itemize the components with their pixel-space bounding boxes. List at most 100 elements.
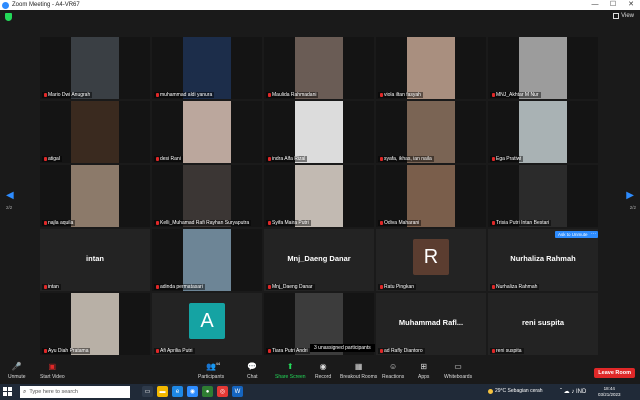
participant-video: [264, 101, 374, 163]
participant-name: desi Rani: [160, 156, 181, 162]
participant-tile[interactable]: Mnj_Daeng Danar Mnj_Daeng Danar: [264, 229, 374, 291]
unmute-button[interactable]: 🎤 Unmute: [8, 362, 26, 380]
participant-video: [40, 293, 150, 355]
security-shield-icon[interactable]: [5, 13, 12, 21]
participants-count: 44: [215, 361, 221, 366]
participant-tile[interactable]: Ega Pratiwi: [488, 101, 598, 163]
chrome-icon[interactable]: ◎: [217, 386, 228, 397]
participant-name: Syifa Maira Putri: [272, 220, 309, 226]
word-icon[interactable]: W: [232, 386, 243, 397]
apps-button[interactable]: ⊞ Apps: [418, 362, 429, 380]
previous-page-arrow-icon[interactable]: ◀: [6, 190, 14, 201]
participant-tile[interactable]: MNJ_Akhtar M Nur: [488, 37, 598, 99]
participant-name-label: Odiva Maharani: [378, 220, 422, 226]
participant-tile[interactable]: R Ratu Pingkan: [376, 229, 486, 291]
zoom-logo-icon: [2, 1, 9, 9]
breakout-rooms-button[interactable]: ▦ Breakout Rooms: [340, 362, 377, 380]
file-explorer-icon[interactable]: ▬: [157, 386, 168, 397]
participant-tile[interactable]: A Afi Aprilia Putri: [152, 293, 262, 355]
participant-tile[interactable]: Maulida Rahmadani: [264, 37, 374, 99]
participant-video: [376, 101, 486, 163]
minimize-button[interactable]: —: [586, 0, 604, 10]
participant-name-label: Nurhaliza Rahmah: [490, 284, 540, 290]
weather-widget[interactable]: 29°C Sebagian cerah: [488, 388, 543, 394]
maximize-button[interactable]: ☐: [604, 0, 622, 10]
participant-name-label: Afi Aprilia Putri: [154, 348, 195, 354]
start-video-button[interactable]: ▣ Start Video: [40, 362, 65, 380]
system-tray[interactable]: ˆ ☁ ♪ IND: [560, 388, 586, 395]
participant-tile[interactable]: Trisia Putri Intan Bestari: [488, 165, 598, 227]
participant-name-label: Ratu Pingkan: [378, 284, 417, 290]
participant-name-label: Syifa Maira Putri: [266, 220, 311, 226]
participant-name: adinda permatasari: [160, 284, 203, 290]
participant-name: Kelli_Muhamad Rafi Rayhan Suryaputra: [160, 220, 250, 226]
muted-mic-icon: [492, 93, 495, 97]
muted-mic-icon: [156, 221, 159, 225]
edge-browser-icon[interactable]: e: [172, 386, 183, 397]
participant-tile[interactable]: Mario Dwi Anugrah: [40, 37, 150, 99]
participant-tile[interactable]: Kelli_Muhamad Rafi Rayhan Suryaputra: [152, 165, 262, 227]
participant-tile[interactable]: Odiva Maharani: [376, 165, 486, 227]
participant-name: reni suspita: [496, 348, 522, 354]
view-button[interactable]: View: [613, 13, 634, 19]
participant-tile[interactable]: intan intan: [40, 229, 150, 291]
zoom-app-icon[interactable]: ◉: [187, 386, 198, 397]
participant-tile[interactable]: adinda permatasari: [152, 229, 262, 291]
participant-tile[interactable]: desi Rani: [152, 101, 262, 163]
windows-start-icon[interactable]: [3, 387, 13, 397]
muted-mic-icon: [492, 349, 495, 353]
video-frame: [183, 101, 231, 163]
participant-name-label: syafa, ikhas, ian naila: [378, 156, 434, 162]
clock-date: 03/21/2023: [598, 392, 621, 397]
participant-tile[interactable]: Ayu Diah Pratama: [40, 293, 150, 355]
muted-mic-icon: [156, 157, 159, 161]
muted-mic-icon: [156, 285, 159, 289]
weather-sun-icon: [488, 388, 493, 394]
task-view-icon[interactable]: ▭: [142, 386, 153, 397]
whiteboards-label: Whiteboards: [444, 374, 473, 380]
record-button[interactable]: ◉ Record: [315, 362, 331, 380]
chat-button[interactable]: 💬 Chat: [247, 362, 258, 380]
muted-mic-icon: [44, 157, 47, 161]
windows-taskbar: ⌕ Type here to search ▭ ▬ e ◉ ● ◎ W 29°C…: [0, 384, 640, 400]
participant-tile[interactable]: viola iltan fasyah: [376, 37, 486, 99]
share-screen-button[interactable]: ⬆ Share Screen: [275, 362, 306, 380]
participants-label: Participants: [198, 374, 225, 380]
taskbar-search-box[interactable]: ⌕ Type here to search: [20, 386, 130, 398]
unmute-label: Unmute: [8, 374, 26, 380]
participant-avatar: R: [413, 239, 449, 275]
video-frame: [71, 293, 119, 355]
unassigned-participants-banner[interactable]: 3 unassigned participants: [310, 344, 375, 352]
grid-view-icon: [613, 13, 620, 19]
muted-mic-icon: [156, 349, 159, 353]
muted-mic-icon: [44, 93, 47, 97]
participant-video: [40, 37, 150, 99]
share-screen-label: Share Screen: [275, 374, 306, 380]
participant-tile[interactable]: Muhammad Rafl... ad Rafly Diantoro: [376, 293, 486, 355]
participant-tile[interactable]: Nurhaliza Rahmah Nurhaliza Rahmah: [488, 229, 598, 291]
participants-button[interactable]: 👥 44 Participants: [198, 361, 225, 380]
participant-tile[interactable]: indra Alfa Rizal: [264, 101, 374, 163]
leave-room-button[interactable]: Leave Room: [594, 368, 635, 378]
next-page-arrow-icon[interactable]: ▶: [626, 190, 634, 201]
participant-name-label: muhammad aldi yanura: [154, 92, 215, 98]
taskbar-clock[interactable]: 18:44 03/21/2023: [598, 386, 621, 398]
whiteboards-button[interactable]: ▭ Whiteboards: [444, 362, 472, 380]
meeting-toolbar: 🎤 Unmute ▣ Start Video 👥 44 Participants …: [0, 360, 640, 384]
participant-tile[interactable]: syafa, ikhas, ian naila: [376, 101, 486, 163]
participant-tile[interactable]: muhammad aldi yanura: [152, 37, 262, 99]
app-icon[interactable]: ●: [202, 386, 213, 397]
participant-tile[interactable]: atigal: [40, 101, 150, 163]
muted-mic-icon: [268, 157, 271, 161]
participant-video: [40, 165, 150, 227]
participant-tile[interactable]: Syifa Maira Putri: [264, 165, 374, 227]
reactions-button[interactable]: ☺ Reactions: [382, 362, 404, 380]
participant-tile[interactable]: najla aquila: [40, 165, 150, 227]
participant-name-label: Kelli_Muhamad Rafi Rayhan Suryaputra: [154, 220, 252, 226]
close-window-button[interactable]: ✕: [622, 0, 640, 10]
participant-tile[interactable]: reni suspita reni suspita: [488, 293, 598, 355]
search-placeholder: Type here to search: [29, 389, 78, 395]
more-options-button[interactable]: ···: [589, 231, 598, 238]
ask-to-unmute-button[interactable]: Ask to Unmute: [555, 231, 591, 238]
muted-mic-icon: [156, 93, 159, 97]
